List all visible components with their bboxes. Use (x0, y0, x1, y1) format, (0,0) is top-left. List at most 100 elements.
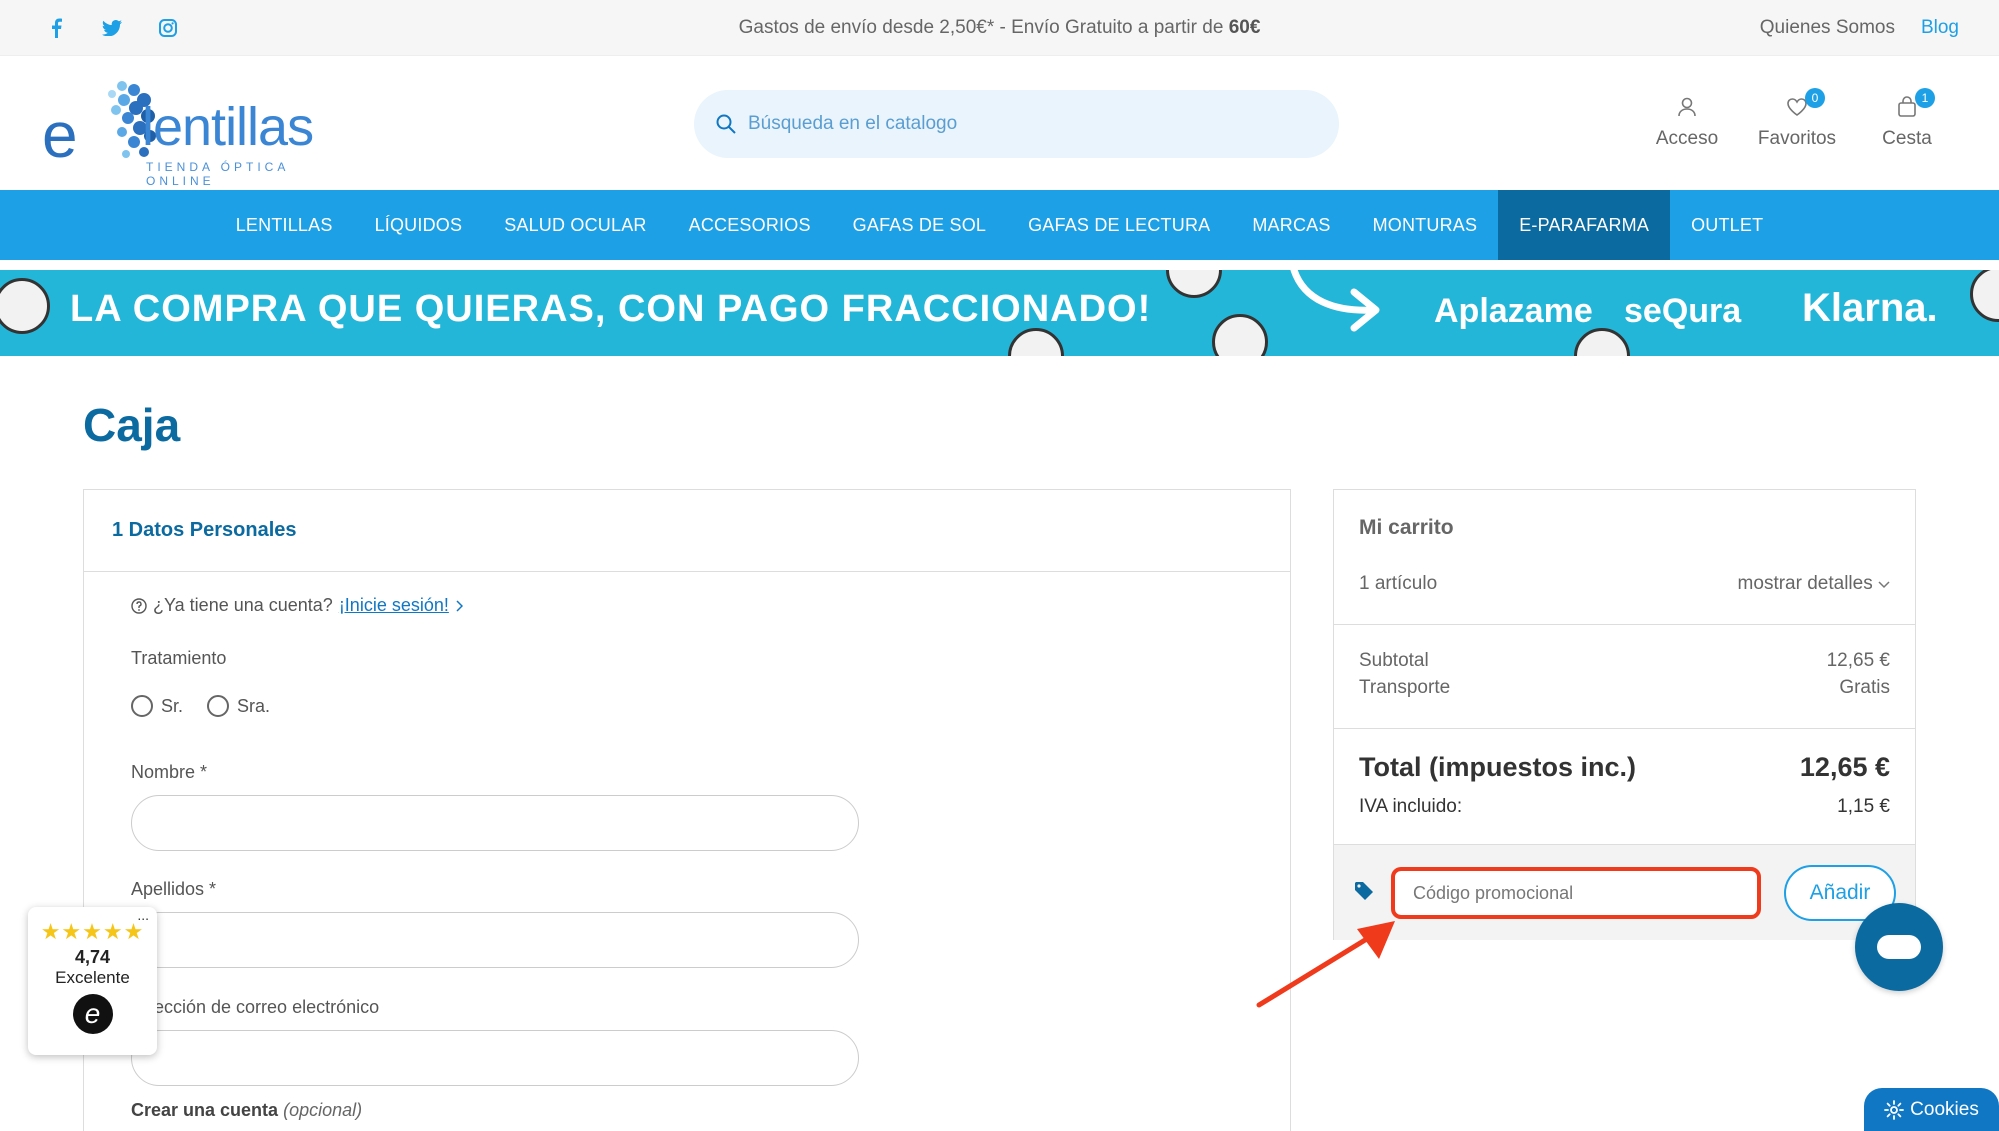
search-input[interactable] (748, 113, 1308, 135)
vat-value: 1,15 € (1837, 796, 1890, 817)
help-icon (131, 597, 147, 614)
treatment-options: Sr. Sra. (131, 695, 270, 717)
cart-items-row: 1 artículo mostrar detalles (1359, 573, 1890, 595)
items-count: 1 artículo (1359, 573, 1438, 594)
shipping-row: Transporte Gratis (1359, 677, 1890, 699)
show-details-text: mostrar detalles (1737, 573, 1873, 594)
subtotal-label: Subtotal (1359, 650, 1429, 671)
brand-klarna: Klarna. (1802, 286, 1938, 330)
login-link[interactable]: ¡Inicie sesión! (339, 595, 449, 616)
banner-text: LA COMPRA QUE QUIERAS, CON PAGO FRACCION… (70, 288, 1152, 330)
payment-banner[interactable]: LA COMPRA QUE QUIERAS, CON PAGO FRACCION… (0, 270, 1999, 356)
nav-lentillas[interactable]: LENTILLAS (215, 190, 354, 260)
coin-icon (1008, 328, 1064, 356)
subtotal-value: 12,65 € (1826, 650, 1890, 671)
nav-outlet[interactable]: OUTLET (1670, 190, 1784, 260)
radio-circle-icon (207, 695, 230, 717)
create-account-text: Crear una cuenta (131, 1100, 279, 1120)
surname-label: Apellidos * (131, 879, 217, 899)
section-heading[interactable]: 1 Datos Personales (84, 490, 1290, 572)
about-link[interactable]: Quienes Somos (1760, 17, 1895, 39)
more-icon[interactable]: ... (137, 907, 149, 923)
show-details-link[interactable]: mostrar detalles (1738, 573, 1890, 595)
coin-icon (0, 278, 50, 334)
brand-aplazame: Aplazame (1434, 292, 1593, 330)
nav-liquidos[interactable]: LÍQUIDOS (354, 190, 484, 260)
optional-text: (opcional) (283, 1100, 363, 1120)
favorites-label: Favoritos (1757, 128, 1837, 149)
shipping-message: Gastos de envío desde 2,50€* - Envío Gra… (0, 17, 1999, 39)
site-header: e lentillas TIENDA ÓPTICA ONLINE Acceso … (0, 56, 1999, 190)
chat-button[interactable] (1855, 903, 1943, 991)
nav-accesorios[interactable]: ACCESORIOS (668, 190, 832, 260)
nav-gafas-de-lectura[interactable]: GAFAS DE LECTURA (1007, 190, 1231, 260)
email-field[interactable] (131, 1030, 859, 1086)
radio-sra-label: Sra. (237, 695, 271, 716)
nav-salud-ocular[interactable]: SALUD OCULAR (483, 190, 667, 260)
cookies-button[interactable]: Cookies (1864, 1088, 1999, 1131)
shopping-bag-icon (1898, 96, 1916, 117)
radio-circle-icon (131, 695, 153, 717)
shipping-value: Gratis (1839, 677, 1890, 698)
create-account-label: Crear una cuenta (opcional) (131, 1100, 362, 1121)
chat-bubble-icon (1877, 935, 1921, 959)
nav-marcas[interactable]: MARCAS (1231, 190, 1351, 260)
top-links: Quienes Somos Blog (1760, 17, 1959, 39)
user-icon (1678, 97, 1696, 117)
divider (1334, 728, 1915, 729)
blog-link[interactable]: Blog (1921, 17, 1959, 39)
shipping-threshold: 60€ (1228, 17, 1261, 38)
total-row: Total (impuestos inc.) 12,65 € (1359, 752, 1890, 783)
cart-label: Cesta (1882, 128, 1932, 149)
favorites-count-badge: 0 (1805, 88, 1825, 108)
rating-score: 4,74 (74, 947, 111, 967)
search-bar[interactable] (694, 90, 1339, 158)
coin-icon (1212, 314, 1268, 356)
shipping-message-text: Gastos de envío desde 2,50€* - Envío Gra… (738, 17, 1229, 38)
radio-sra[interactable]: Sra. (207, 695, 270, 717)
search-icon (716, 114, 736, 134)
rating-label: Excelente (55, 968, 130, 987)
chevron-down-icon (1878, 581, 1890, 589)
logo-tagline: TIENDA ÓPTICA ONLINE (146, 160, 289, 188)
gear-icon (1884, 1099, 1905, 1120)
nav-e-parafarma[interactable]: E-PARAFARMA (1498, 190, 1671, 260)
account-button[interactable]: Acceso (1647, 92, 1727, 150)
annotation-arrow-icon (1256, 921, 1395, 1008)
brand-sequra: seQura (1624, 292, 1742, 330)
name-field[interactable] (131, 795, 859, 851)
radio-sr[interactable]: Sr. (131, 695, 183, 717)
treatment-label: Tratamiento (131, 648, 227, 668)
cart-summary: Mi carrito 1 artículo mostrar detalles S… (1333, 489, 1916, 940)
favorites-button[interactable]: 0 Favoritos (1757, 88, 1837, 150)
vat-row: IVA incluido: 1,15 € (1359, 796, 1890, 818)
cookies-label: Cookies (1910, 1098, 1979, 1120)
top-bar: Gastos de envío desde 2,50€* - Envío Gra… (0, 0, 1999, 56)
name-label: Nombre * (131, 762, 208, 782)
promo-code-input[interactable]: Código promocional (1391, 867, 1761, 919)
email-label: Dirección de correo electrónico (131, 997, 380, 1017)
header-actions: Acceso 0 Favoritos 1 Cesta (1647, 88, 1947, 150)
cart-count-badge: 1 (1915, 88, 1935, 108)
divider (1334, 624, 1915, 625)
surname-field[interactable] (131, 912, 859, 968)
trusted-shops-badge[interactable]: ... ★★★★★ 4,74 Excelente e (28, 907, 157, 1055)
total-label: Total (impuestos inc.) (1359, 752, 1637, 782)
site-logo[interactable]: e lentillas TIENDA ÓPTICA ONLINE (42, 78, 342, 188)
login-question: ¿Ya tiene una cuenta? (153, 595, 333, 615)
logo-e: e (42, 99, 78, 171)
main-nav: LENTILLAS LÍQUIDOS SALUD OCULAR ACCESORI… (0, 190, 1999, 260)
coin-icon (1574, 328, 1630, 356)
coin-icon (1166, 270, 1222, 298)
cart-button[interactable]: 1 Cesta (1867, 88, 1947, 150)
account-label: Acceso (1655, 128, 1719, 149)
tag-icon (1355, 882, 1373, 900)
logo-wordmark: lentillas (142, 97, 314, 157)
subtotal-row: Subtotal 12,65 € (1359, 650, 1890, 672)
nav-gafas-de-sol[interactable]: GAFAS DE SOL (832, 190, 1007, 260)
page-title: Caja (83, 399, 181, 451)
radio-sr-label: Sr. (161, 695, 184, 716)
total-value: 12,65 € (1799, 752, 1890, 782)
promo-code-section: Código promocional Añadir (1334, 844, 1915, 940)
nav-monturas[interactable]: MONTURAS (1352, 190, 1499, 260)
